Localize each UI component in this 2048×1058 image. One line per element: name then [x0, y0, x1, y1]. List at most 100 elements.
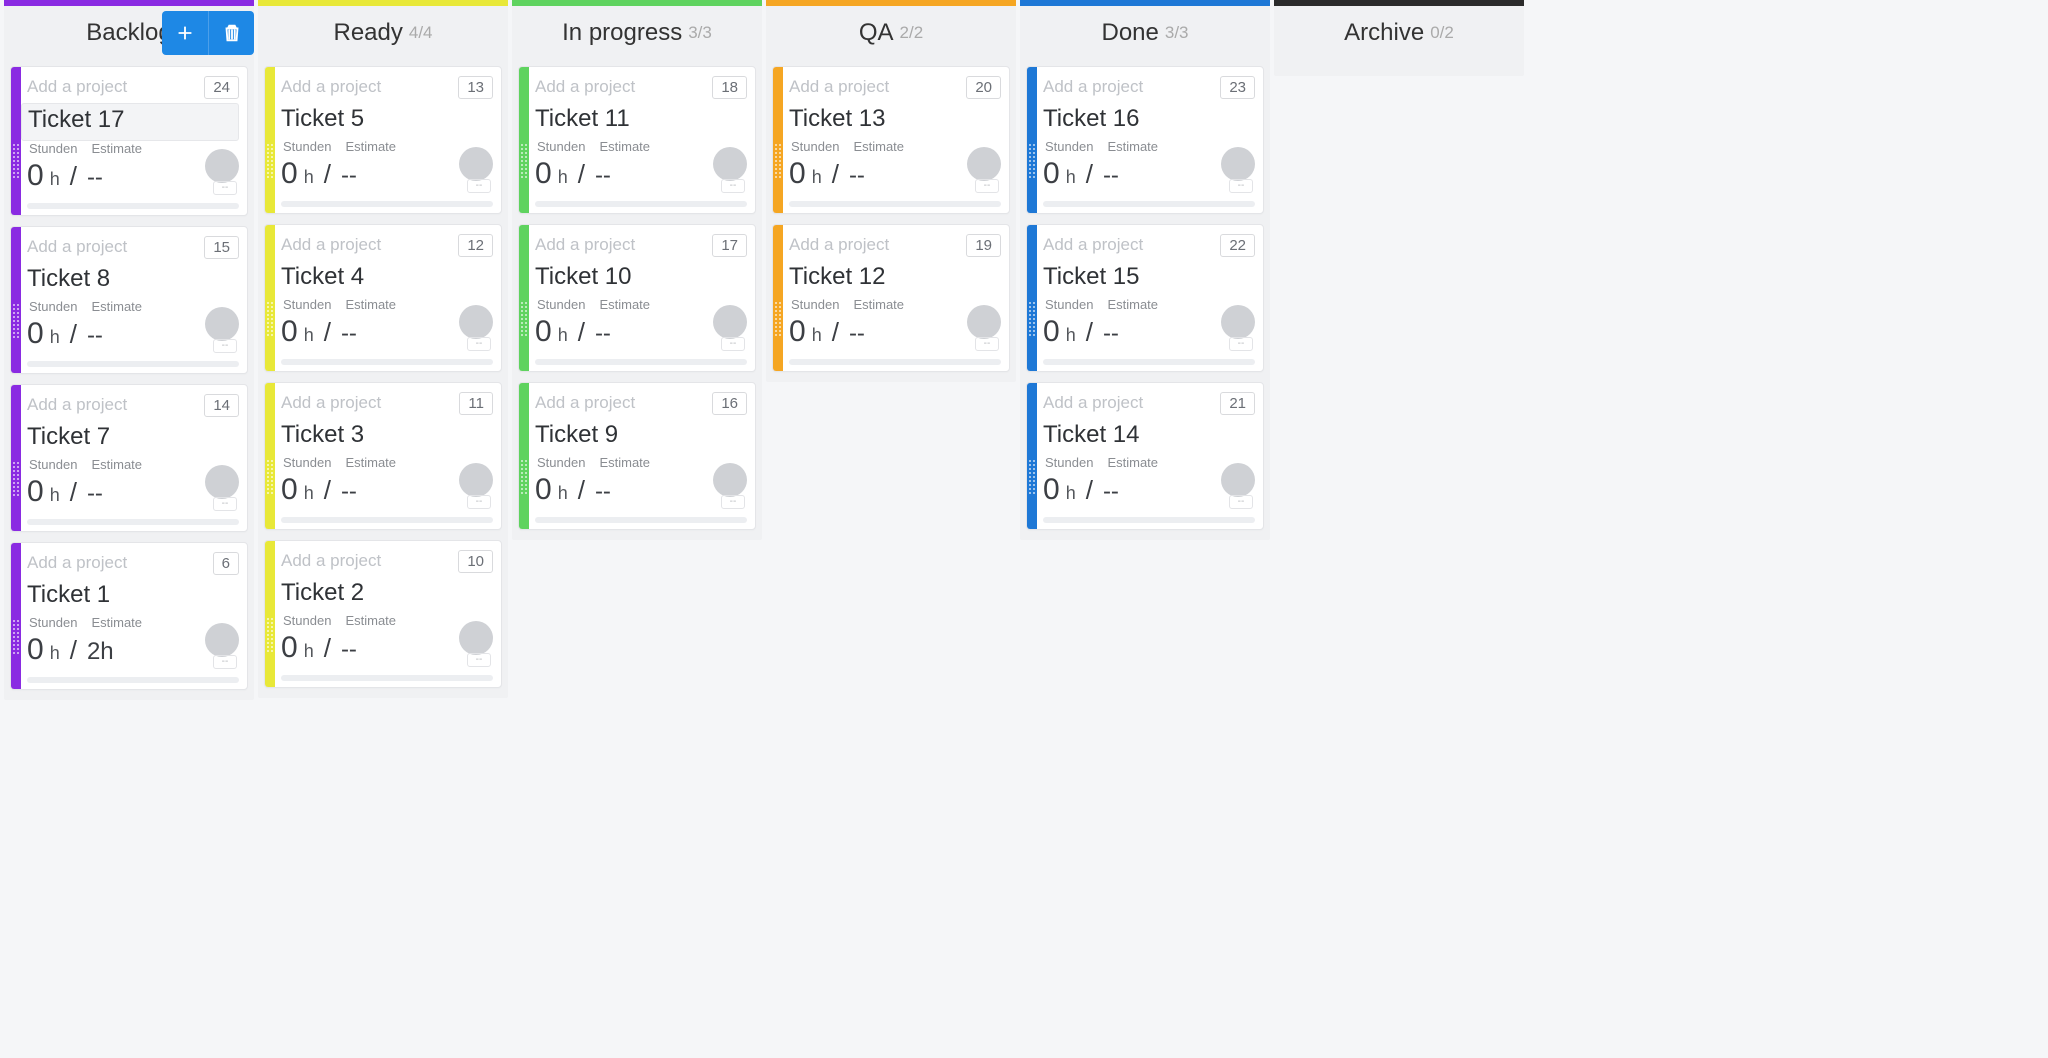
column-header[interactable]: In progress3/3 — [512, 6, 762, 60]
drag-handle-icon[interactable] — [12, 461, 20, 497]
project-placeholder[interactable]: Add a project — [1043, 235, 1143, 255]
card-title[interactable]: Ticket 7 — [21, 421, 239, 457]
card-title[interactable]: Ticket 5 — [275, 103, 493, 139]
card-title[interactable]: Ticket 1 — [21, 579, 239, 615]
project-placeholder[interactable]: Add a project — [27, 395, 127, 415]
tag-placeholder[interactable]: -- — [721, 337, 745, 351]
drag-handle-icon[interactable] — [12, 303, 20, 339]
card-title[interactable]: Ticket 14 — [1037, 419, 1255, 455]
tag-placeholder[interactable]: -- — [467, 653, 491, 667]
assignee-avatar[interactable] — [459, 621, 493, 655]
tag-placeholder[interactable]: -- — [213, 655, 237, 669]
assignee-avatar[interactable] — [1221, 147, 1255, 181]
tag-placeholder[interactable]: -- — [1229, 337, 1253, 351]
project-placeholder[interactable]: Add a project — [27, 237, 127, 257]
project-placeholder[interactable]: Add a project — [281, 77, 381, 97]
project-placeholder[interactable]: Add a project — [281, 551, 381, 571]
project-placeholder[interactable]: Add a project — [535, 235, 635, 255]
card-title[interactable]: Ticket 17 — [21, 103, 239, 141]
drag-handle-icon[interactable] — [266, 301, 274, 337]
card[interactable]: Add a project21Ticket 14StundenEstimate0… — [1026, 382, 1264, 530]
drag-handle-icon[interactable] — [520, 459, 528, 495]
assignee-avatar[interactable] — [1221, 305, 1255, 339]
assignee-avatar[interactable] — [713, 147, 747, 181]
card[interactable]: Add a project19Ticket 12StundenEstimate0… — [772, 224, 1010, 372]
assignee-avatar[interactable] — [205, 307, 239, 341]
assignee-avatar[interactable] — [713, 463, 747, 497]
card[interactable]: Add a project18Ticket 11StundenEstimate0… — [518, 66, 756, 214]
drag-handle-icon[interactable] — [1028, 143, 1036, 179]
card[interactable]: Add a project16Ticket 9StundenEstimate0h… — [518, 382, 756, 530]
card-title[interactable]: Ticket 11 — [529, 103, 747, 139]
drag-handle-icon[interactable] — [774, 301, 782, 337]
assignee-avatar[interactable] — [459, 463, 493, 497]
card[interactable]: Add a project17Ticket 10StundenEstimate0… — [518, 224, 756, 372]
drag-handle-icon[interactable] — [520, 143, 528, 179]
card[interactable]: Add a project10Ticket 2StundenEstimate0h… — [264, 540, 502, 688]
project-placeholder[interactable]: Add a project — [535, 77, 635, 97]
card-title[interactable]: Ticket 16 — [1037, 103, 1255, 139]
assignee-avatar[interactable] — [205, 465, 239, 499]
tag-placeholder[interactable]: -- — [467, 179, 491, 193]
card-title[interactable]: Ticket 9 — [529, 419, 747, 455]
column-header[interactable]: Archive0/2 — [1274, 6, 1524, 60]
card-title[interactable]: Ticket 2 — [275, 577, 493, 613]
column-header[interactable]: Done3/3 — [1020, 6, 1270, 60]
tag-placeholder[interactable]: -- — [467, 337, 491, 351]
column-header[interactable]: Ready4/4 — [258, 6, 508, 60]
assignee-avatar[interactable] — [459, 147, 493, 181]
drag-handle-icon[interactable] — [1028, 301, 1036, 337]
tag-placeholder[interactable]: -- — [1229, 495, 1253, 509]
card[interactable]: Add a project23Ticket 16StundenEstimate0… — [1026, 66, 1264, 214]
tag-placeholder[interactable]: -- — [213, 497, 237, 511]
assignee-avatar[interactable] — [205, 623, 239, 657]
drag-handle-icon[interactable] — [774, 143, 782, 179]
drag-handle-icon[interactable] — [520, 301, 528, 337]
project-placeholder[interactable]: Add a project — [281, 393, 381, 413]
drag-handle-icon[interactable] — [12, 619, 20, 655]
card-title[interactable]: Ticket 13 — [783, 103, 1001, 139]
tag-placeholder[interactable]: -- — [975, 179, 999, 193]
card[interactable]: Add a project14Ticket 7StundenEstimate0h… — [10, 384, 248, 532]
tag-placeholder[interactable]: -- — [213, 339, 237, 353]
assignee-avatar[interactable] — [459, 305, 493, 339]
tag-placeholder[interactable]: -- — [213, 181, 237, 195]
delete-button[interactable] — [208, 11, 254, 55]
project-placeholder[interactable]: Add a project — [27, 553, 127, 573]
assignee-avatar[interactable] — [205, 149, 239, 183]
drag-handle-icon[interactable] — [266, 459, 274, 495]
card[interactable]: Add a project15Ticket 8StundenEstimate0h… — [10, 226, 248, 374]
assignee-avatar[interactable] — [967, 147, 1001, 181]
card-title[interactable]: Ticket 3 — [275, 419, 493, 455]
card[interactable]: Add a project24Ticket 17StundenEstimate0… — [10, 66, 248, 216]
assignee-avatar[interactable] — [1221, 463, 1255, 497]
tag-placeholder[interactable]: -- — [721, 495, 745, 509]
assignee-avatar[interactable] — [967, 305, 1001, 339]
column-header[interactable]: Backlog — [4, 6, 254, 60]
tag-placeholder[interactable]: -- — [1229, 179, 1253, 193]
card[interactable]: Add a project13Ticket 5StundenEstimate0h… — [264, 66, 502, 214]
card[interactable]: Add a project6Ticket 1StundenEstimate0h/… — [10, 542, 248, 690]
project-placeholder[interactable]: Add a project — [1043, 77, 1143, 97]
card[interactable]: Add a project20Ticket 13StundenEstimate0… — [772, 66, 1010, 214]
card-title[interactable]: Ticket 8 — [21, 263, 239, 299]
drag-handle-icon[interactable] — [266, 617, 274, 653]
add-card-button[interactable] — [162, 11, 208, 55]
card[interactable]: Add a project11Ticket 3StundenEstimate0h… — [264, 382, 502, 530]
card-title[interactable]: Ticket 10 — [529, 261, 747, 297]
card[interactable]: Add a project12Ticket 4StundenEstimate0h… — [264, 224, 502, 372]
card-title[interactable]: Ticket 15 — [1037, 261, 1255, 297]
project-placeholder[interactable]: Add a project — [789, 77, 889, 97]
tag-placeholder[interactable]: -- — [721, 179, 745, 193]
project-placeholder[interactable]: Add a project — [535, 393, 635, 413]
assignee-avatar[interactable] — [713, 305, 747, 339]
card-title[interactable]: Ticket 4 — [275, 261, 493, 297]
project-placeholder[interactable]: Add a project — [1043, 393, 1143, 413]
column-header[interactable]: QA2/2 — [766, 6, 1016, 60]
card[interactable]: Add a project22Ticket 15StundenEstimate0… — [1026, 224, 1264, 372]
drag-handle-icon[interactable] — [266, 143, 274, 179]
tag-placeholder[interactable]: -- — [467, 495, 491, 509]
drag-handle-icon[interactable] — [1028, 459, 1036, 495]
project-placeholder[interactable]: Add a project — [789, 235, 889, 255]
project-placeholder[interactable]: Add a project — [27, 77, 127, 97]
